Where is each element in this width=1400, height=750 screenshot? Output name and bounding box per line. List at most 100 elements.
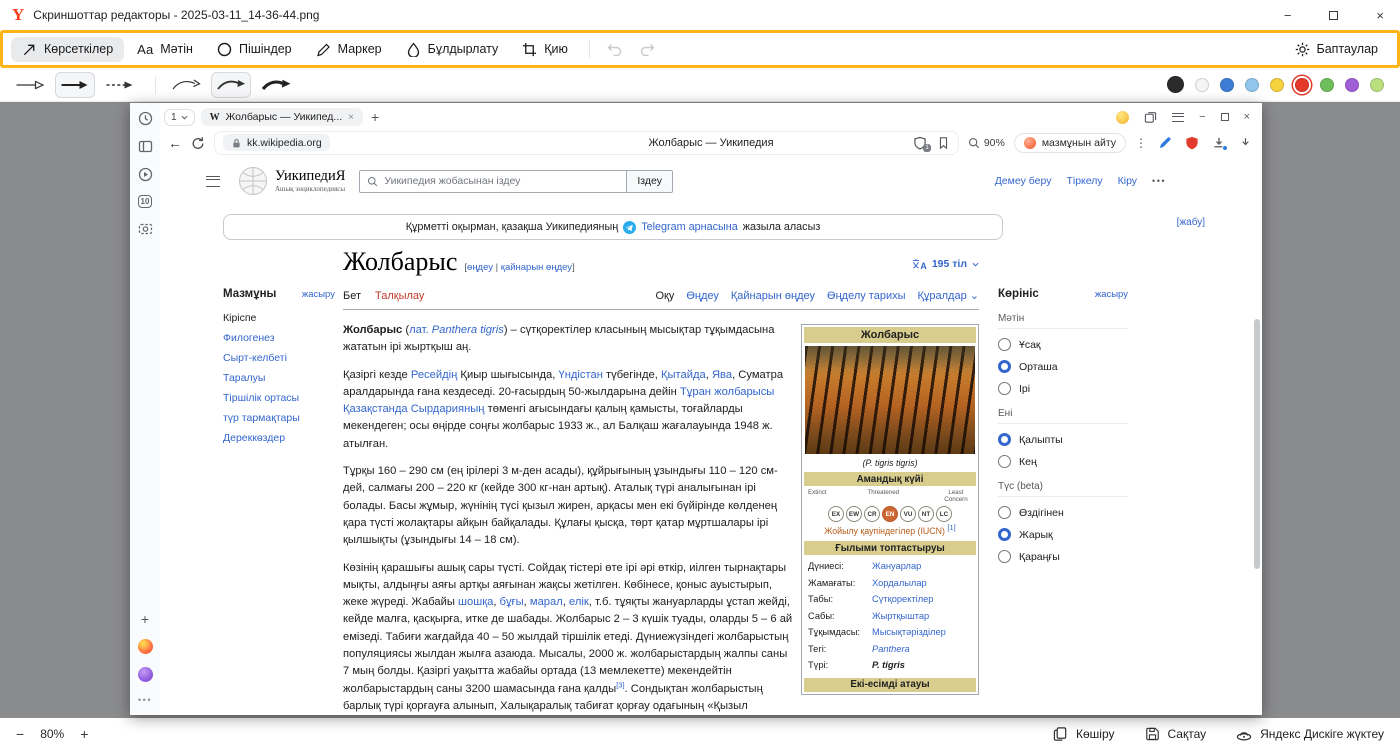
donate-link[interactable]: Демеу беру [995,175,1052,187]
browser-tab[interactable]: W Жолбарыс — Уикипед... × [201,108,363,126]
arrow-style-curve-solid[interactable] [211,72,251,98]
zoom-out-button[interactable]: − [16,726,24,742]
telegram-channel-link[interactable]: Telegram арнасына [641,221,738,233]
radio-option[interactable]: Қалыпты [998,433,1128,446]
download-arrow-icon[interactable] [1239,136,1252,149]
login-link[interactable]: Кіру [1118,175,1137,187]
history-icon[interactable] [138,111,153,126]
side-panel-icon[interactable] [138,139,153,154]
reference-link[interactable]: [1] [947,523,955,532]
tool-pointers[interactable]: Көрсеткілер [11,37,124,62]
register-link[interactable]: Тіркелу [1066,175,1102,187]
play-icon[interactable] [138,167,153,182]
color-swatch[interactable] [1220,78,1234,92]
add-panel-icon[interactable]: + [141,612,149,626]
undo-button[interactable] [600,38,630,60]
tab-history[interactable]: Өңделу тарихы [827,290,905,302]
read-aloud-button[interactable]: мазмұнын айту [1014,133,1126,153]
tool-marker[interactable]: Маркер [305,37,393,62]
toc-item[interactable]: Таралуы [223,372,335,384]
new-tab-button[interactable]: + [371,109,379,125]
browser-update-icon[interactable] [1116,111,1129,124]
tab-edit[interactable]: Өңдеу [686,290,719,302]
wikipedia-logo[interactable]: УикипедиЯ Ашық энциклопедиясы [238,166,345,196]
radio-option[interactable]: Орташа [998,360,1128,373]
color-swatch[interactable] [1370,78,1384,92]
bookmark-flag-icon[interactable] [937,136,950,150]
zoom-in-button[interactable]: + [80,726,88,742]
appearance-hide-link[interactable]: жасыру [1095,289,1128,300]
minimize-button[interactable]: − [1284,8,1292,23]
toc-item[interactable]: түр тармақтары [223,412,335,424]
zoom-indicator[interactable]: 90% [968,137,1005,149]
color-swatch[interactable] [1245,78,1259,92]
browser-close-button[interactable]: × [1244,111,1250,123]
radio-option[interactable]: Ұсақ [998,338,1128,351]
tab-read[interactable]: Оқу [655,290,674,302]
toc-item[interactable]: Сырт-келбеті [223,352,335,364]
tab-talk[interactable]: Талқылау [375,290,424,302]
banner-close-link[interactable]: [жабу] [1177,217,1205,228]
panels-icon[interactable] [1144,111,1157,124]
toc-item[interactable]: Кіріспе [223,312,335,324]
tool-text[interactable]: Аа Мәтін [126,37,204,62]
rail-more-icon[interactable]: ••• [138,695,152,705]
browser-minimize-button[interactable]: − [1199,111,1205,123]
tab-stack-button[interactable]: 1 [164,109,195,126]
upload-to-disk-button[interactable]: Яндекс Дискіге жүктеу [1236,727,1384,742]
color-swatch[interactable] [1167,76,1184,93]
address-more-icon[interactable]: ⋮ [1135,136,1147,150]
color-swatch[interactable] [1270,78,1284,92]
tool-blur[interactable]: Бұлдырлату [395,37,510,62]
more-options-icon[interactable]: ••• [1152,176,1166,186]
tab-page[interactable]: Бет [343,290,361,302]
radio-option[interactable]: Өздігінен [998,506,1128,519]
toc-item[interactable]: Тіршілік ортасы [223,392,335,404]
toc-item[interactable]: Филогенез [223,332,335,344]
tool-crop[interactable]: Қию [511,37,579,62]
color-swatch[interactable] [1195,78,1209,92]
arrow-style-straight-outline[interactable] [10,72,50,98]
status-link[interactable]: Жойылу қаупіндегілер (IUCN) [824,526,945,536]
arrow-style-curve-bold[interactable] [256,72,296,98]
url-box[interactable]: kk.wikipedia.org 1 [214,131,959,155]
radio-option[interactable]: Қараңғы [998,550,1128,563]
color-swatch[interactable] [1295,78,1309,92]
protect-shield-button[interactable]: 1 [913,136,927,150]
copy-button[interactable]: Көшіру [1053,726,1115,742]
editor-canvas[interactable]: 10 + ••• 1 W Жолбарыс — Уикипед. [0,102,1400,718]
title-edit-links[interactable]: [өңдеу | қайнарын өңдеу] [464,262,574,273]
yandex-music-icon[interactable] [138,639,153,654]
tab-edit-source[interactable]: Қайнарын өңдеу [731,290,815,302]
settings-button[interactable]: Баптаулар [1284,37,1390,62]
hamburger-menu-icon[interactable] [206,176,220,187]
wiki-search-button[interactable]: Іздеу [626,170,673,193]
tiger-photo[interactable] [805,346,975,454]
pen-extension-icon[interactable] [1158,136,1172,150]
save-button[interactable]: Сақтау [1145,726,1207,742]
downloads-button[interactable] [1212,136,1226,150]
radio-option[interactable]: Жарық [998,528,1128,541]
back-icon[interactable]: ← [168,135,182,151]
tab-counter-badge[interactable]: 10 [138,195,153,208]
page-scrollbar[interactable] [1254,319,1260,569]
adblock-shield-icon[interactable] [1185,136,1199,150]
arrow-style-straight-solid[interactable] [55,72,95,98]
browser-menu-icon[interactable] [1172,113,1184,122]
language-selector[interactable]: A 195 тіл [911,258,979,270]
screenshot-tool-icon[interactable] [138,221,153,236]
arrow-style-curve-thin[interactable] [166,72,206,98]
maximize-button[interactable] [1329,8,1338,23]
color-swatch[interactable] [1320,78,1334,92]
wiki-search-input[interactable]: Уикипедия жобасынан іздеу [359,170,627,193]
toc-hide-link[interactable]: жасыру [302,289,335,300]
reload-icon[interactable] [191,136,205,150]
radio-option[interactable]: Кең [998,455,1128,468]
radio-option[interactable]: Ірі [998,382,1128,395]
close-button[interactable]: × [1376,8,1384,23]
tab-close-icon[interactable]: × [348,112,354,123]
tools-menu[interactable]: Құралдар ⌄ [918,289,980,302]
domain-pill[interactable]: kk.wikipedia.org [223,134,330,151]
tool-shapes[interactable]: Пішіндер [206,37,303,62]
alice-assistant-icon[interactable] [138,667,153,682]
